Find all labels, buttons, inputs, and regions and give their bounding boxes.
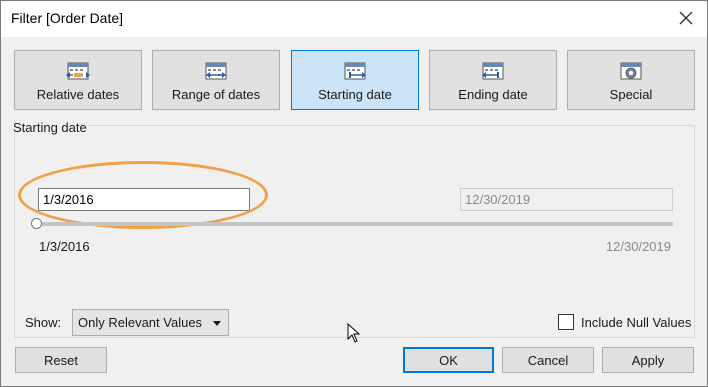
starting-date-icon (344, 62, 366, 80)
start-date-input[interactable] (38, 188, 250, 211)
ending-date-icon (482, 62, 504, 80)
reset-button[interactable]: Reset (15, 347, 107, 373)
include-null-label[interactable]: Include Null Values (581, 315, 691, 330)
end-date-input (460, 188, 673, 211)
title-bar: Filter [Order Date] (1, 1, 707, 37)
show-selected-value: Only Relevant Values (78, 315, 203, 330)
chevron-down-icon (213, 321, 221, 326)
tab-label: Range of dates (171, 87, 261, 102)
ok-button[interactable]: OK (403, 347, 494, 373)
show-values-dropdown[interactable]: Only Relevant Values (72, 309, 229, 336)
include-null-checkbox[interactable] (558, 314, 574, 330)
starting-date-panel (14, 125, 695, 338)
date-slider-thumb[interactable] (31, 218, 42, 229)
tab-special[interactable]: Special (567, 50, 695, 110)
apply-button[interactable]: Apply (602, 347, 694, 373)
tab-label: Special (609, 87, 653, 102)
tab-ending-date[interactable]: Ending date (429, 50, 557, 110)
close-icon (679, 11, 693, 25)
relative-dates-icon (66, 62, 90, 80)
show-label: Show: (25, 315, 62, 330)
slider-min-label: 1/3/2016 (39, 239, 90, 254)
close-button[interactable] (673, 5, 699, 31)
date-slider-track[interactable] (36, 222, 673, 226)
mouse-cursor-icon (347, 323, 361, 343)
tab-relative-dates[interactable]: Relative dates (14, 50, 142, 110)
tab-label: Ending date (458, 87, 528, 102)
range-of-dates-icon (205, 62, 227, 80)
tab-range-of-dates[interactable]: Range of dates (152, 50, 280, 110)
tab-label: Starting date (318, 87, 392, 102)
panel-title: Starting date (12, 120, 88, 135)
tab-starting-date[interactable]: Starting date (291, 50, 419, 110)
special-icon (620, 62, 642, 80)
slider-max-label: 12/30/2019 (605, 239, 671, 254)
window-title: Filter [Order Date] (11, 10, 124, 26)
filter-mode-tabs: Relative dates Range of dates Starting d… (14, 50, 695, 110)
cancel-button[interactable]: Cancel (502, 347, 594, 373)
tab-label: Relative dates (36, 87, 120, 102)
filter-dialog: Filter [Order Date] Relative dates Range… (0, 0, 708, 387)
